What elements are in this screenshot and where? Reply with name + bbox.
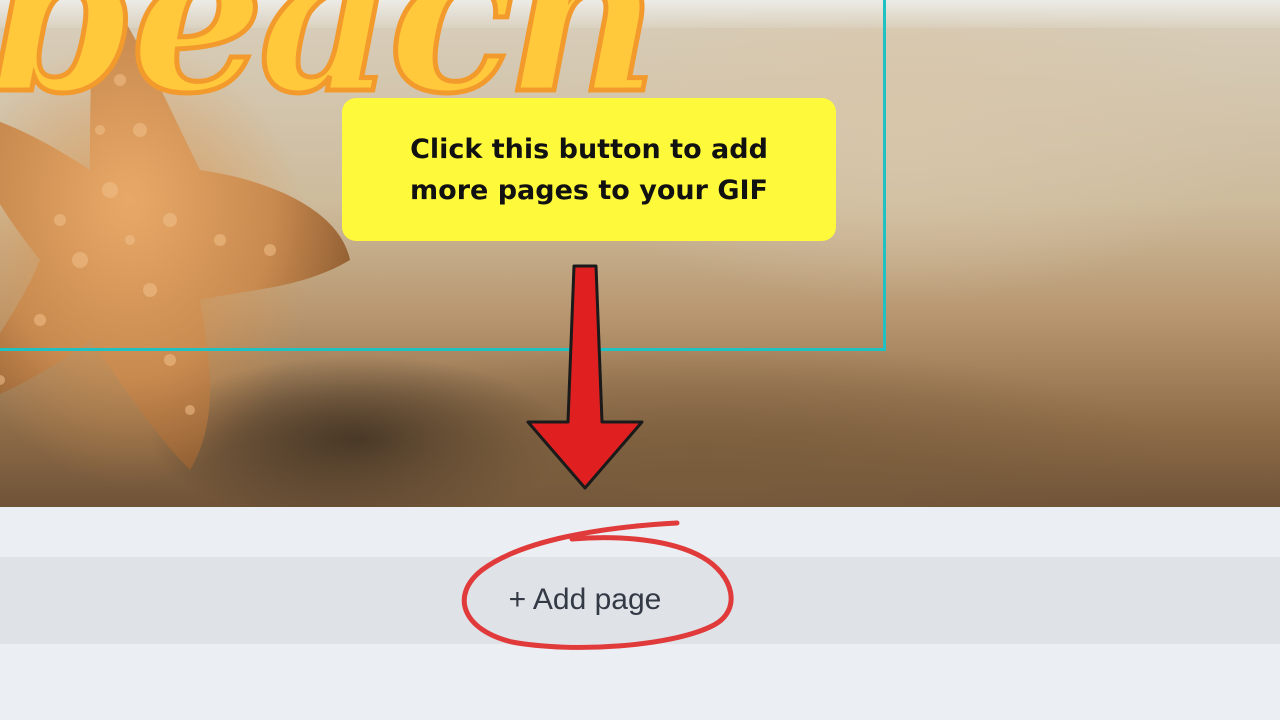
annotation-circle-icon [461, 520, 734, 650]
callout-text: Click this button to add more pages to y… [410, 133, 768, 206]
instruction-callout: Click this button to add more pages to y… [342, 98, 836, 241]
down-arrow-icon [526, 264, 644, 490]
